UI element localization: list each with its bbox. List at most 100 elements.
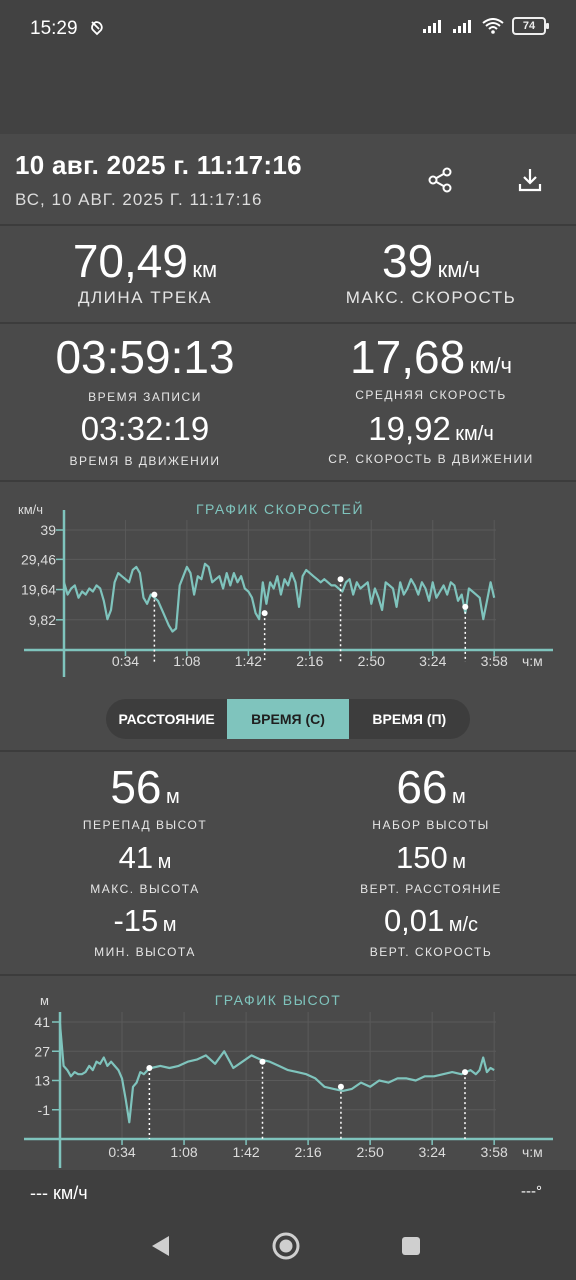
stat-value: 70,49 <box>72 235 188 287</box>
stat-avg-moving-speed: 19,92 км/ч СР. СКОРОСТЬ В ДВИЖЕНИИ <box>306 410 556 466</box>
x-tick-label: 3:24 <box>419 653 446 669</box>
share-icon <box>428 167 452 193</box>
series-line <box>62 562 496 633</box>
stat-unit: км/ч <box>455 423 494 445</box>
y-tick-label: 13 <box>34 1073 50 1089</box>
stat-unit: м <box>165 786 180 808</box>
x-tick-label: 2:50 <box>357 1144 384 1160</box>
stat-value: 66 <box>396 761 448 813</box>
tab-time-c[interactable]: ВРЕМЯ (С) <box>227 699 349 739</box>
status-time: 15:29 <box>30 18 78 39</box>
tab-distance[interactable]: РАССТОЯНИЕ <box>106 699 227 739</box>
stat-label: ДЛИНА ТРЕКА <box>77 288 213 307</box>
series-line <box>58 1024 495 1124</box>
marker-point <box>337 576 344 583</box>
stat-value: -15 <box>113 903 159 938</box>
battery-icon: 74 <box>512 17 549 35</box>
marker-point <box>151 591 158 598</box>
stat-label: ПЕРЕПАД ВЫСОТ <box>82 818 208 832</box>
stat-max-speed: 39 км/ч МАКС. СКОРОСТЬ <box>306 234 556 308</box>
marker-point <box>337 1083 344 1090</box>
x-tick-label: 2:16 <box>296 653 323 669</box>
stat-label: ВРЕМЯ В ДВИЖЕНИИ <box>69 454 221 468</box>
stat-label: СРЕДНЯЯ СКОРОСТЬ <box>355 388 507 402</box>
x-tick-label: 3:58 <box>481 653 508 669</box>
stat-vert-dist: 150 м ВЕРТ. РАССТОЯНИЕ <box>306 840 556 896</box>
stat-label: НАБОР ВЫСОТЫ <box>372 818 490 832</box>
x-tick-label: 1:08 <box>173 653 200 669</box>
location-icon <box>91 21 103 36</box>
stat-value: 41 <box>118 840 154 875</box>
nav-recents-button[interactable] <box>397 1232 425 1260</box>
stat-unit: м/с <box>448 914 479 936</box>
y-axis-label: м <box>40 993 49 1008</box>
y-tick-label: -1 <box>38 1102 51 1118</box>
y-tick-label: 29,46 <box>21 551 56 567</box>
x-tick-label: 3:24 <box>419 1144 446 1160</box>
y-tick-label: 27 <box>34 1043 50 1059</box>
current-heading: ---° <box>521 1183 542 1200</box>
marker-point <box>146 1064 153 1071</box>
stat-label: СР. СКОРОСТЬ В ДВИЖЕНИИ <box>328 452 534 466</box>
x-tick-label: 2:50 <box>358 653 385 669</box>
nav-home-button[interactable] <box>272 1232 300 1260</box>
stat-unit: м <box>451 786 466 808</box>
stat-label: МАКС. СКОРОСТЬ <box>345 288 517 307</box>
x-tick-label: 0:34 <box>108 1144 135 1160</box>
stat-value: 19,92 <box>368 410 451 447</box>
stat-elev-gain: 66 м НАБОР ВЫСОТЫ <box>306 760 556 832</box>
stat-value: 03:32:19 <box>80 410 210 447</box>
x-axis-label: ч:м <box>522 653 543 669</box>
stat-unit: км <box>192 257 218 282</box>
download-button[interactable] <box>510 160 550 200</box>
stat-moving-time: 03:32:19 ВРЕМЯ В ДВИЖЕНИИ <box>20 410 270 468</box>
stat-record-time: 03:59:13 ВРЕМЯ ЗАПИСИ <box>20 330 270 404</box>
x-tick-label: 0:34 <box>112 653 139 669</box>
marker-point <box>261 610 268 617</box>
elevation-chart: 41 27 13 -1 0:34 1:08 1:42 2:16 2:50 3:24 3:58 ГРАФ… <box>24 992 553 1168</box>
signal-icon-2 <box>453 20 471 33</box>
x-axis-label: ч:м <box>522 1144 543 1160</box>
status-bar: 15:29 74 <box>0 0 576 134</box>
speed-chart: 39 29,46 19,64 9,82 0:34 1:08 1:42 2:16 2:50 3:24… <box>18 500 553 677</box>
stat-max-elev: 41 м МАКС. ВЫСОТА <box>20 840 270 896</box>
stat-label: ВЕРТ. РАССТОЯНИЕ <box>360 882 502 896</box>
stat-value: 56 <box>110 761 162 813</box>
stat-unit: м <box>162 914 177 936</box>
stat-avg-speed: 17,68 км/ч СРЕДНЯЯ СКОРОСТЬ <box>306 330 556 402</box>
stat-min-elev: -15 м МИН. ВЫСОТА <box>20 903 270 959</box>
nav-back-button[interactable] <box>146 1232 174 1260</box>
x-axis-mode-toggle[interactable]: РАССТОЯНИЕ ВРЕМЯ (С) ВРЕМЯ (П) <box>106 699 470 739</box>
current-speed: --- км/ч <box>30 1183 88 1203</box>
home-icon <box>272 1232 300 1260</box>
stat-value: 17,68 <box>350 331 466 383</box>
page-title: 10 авг. 2025 г. 11:17:16 <box>15 150 302 180</box>
stat-label: МАКС. ВЫСОТА <box>90 882 200 896</box>
y-tick-label: 19,64 <box>21 582 56 598</box>
stat-unit: м <box>157 851 172 873</box>
tab-time-p[interactable]: ВРЕМЯ (П) <box>349 699 470 739</box>
share-button[interactable] <box>420 160 460 200</box>
stat-label: ВРЕМЯ ЗАПИСИ <box>88 390 202 404</box>
back-icon <box>152 1236 169 1256</box>
stat-value: 150 <box>396 840 448 875</box>
stat-elev-diff: 56 м ПЕРЕПАД ВЫСОТ <box>20 760 270 832</box>
marker-point <box>259 1058 266 1065</box>
stat-value: 0,01 <box>383 903 445 938</box>
stat-unit: км/ч <box>469 353 512 378</box>
status-icons: 74 <box>422 17 549 35</box>
y-tick-label: 39 <box>40 522 56 538</box>
page-subtitle: ВС, 10 АВГ. 2025 Г. 11:17:16 <box>15 190 263 209</box>
chart-title: ГРАФИК ВЫСОТ <box>215 992 342 1008</box>
stat-label: ВЕРТ. СКОРОСТЬ <box>369 945 493 959</box>
download-icon <box>518 169 542 192</box>
y-tick-label: 41 <box>34 1014 50 1030</box>
x-tick-label: 1:08 <box>170 1144 197 1160</box>
x-tick-label: 2:16 <box>294 1144 321 1160</box>
stat-unit: км/ч <box>437 257 480 282</box>
stat-value: 03:59:13 <box>55 331 235 383</box>
stat-unit: м <box>452 851 466 873</box>
stat-vert-speed: 0,01 м/с ВЕРТ. СКОРОСТЬ <box>306 903 556 959</box>
y-axis-label: км/ч <box>18 502 43 517</box>
stat-track-length: 70,49 км ДЛИНА ТРЕКА <box>20 234 270 308</box>
